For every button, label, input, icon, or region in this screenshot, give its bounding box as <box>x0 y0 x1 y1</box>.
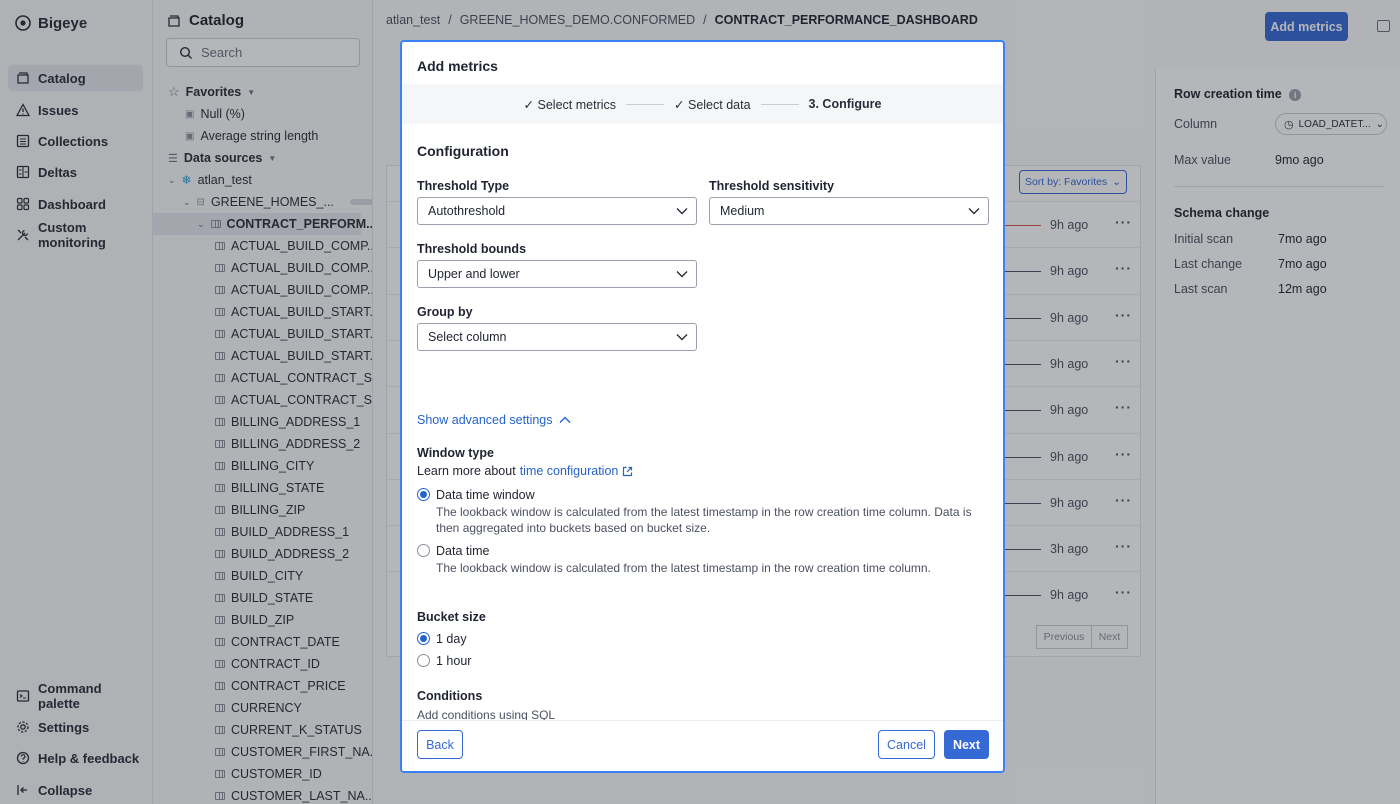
advanced-settings-label: Show advanced settings <box>417 413 553 427</box>
radio-description: The lookback window is calculated from t… <box>436 505 972 535</box>
chevron-down-icon <box>676 208 688 215</box>
threshold-bounds-select[interactable]: Upper and lower <box>417 260 697 288</box>
select-value: Autothreshold <box>428 204 506 218</box>
conditions-label: Conditions <box>417 689 483 703</box>
section-title: Configuration <box>417 143 509 159</box>
cancel-button[interactable]: Cancel <box>878 730 935 759</box>
radio-label: 1 day <box>436 632 467 646</box>
bucket-size-label: Bucket size <box>417 610 486 624</box>
window-type-label: Window type <box>417 446 494 460</box>
step-separator <box>760 103 799 105</box>
modal-body: Configuration Threshold Type Autothresho… <box>402 124 1003 720</box>
step-complete[interactable]: ✓ Select data <box>674 97 751 112</box>
back-button[interactable]: Back <box>417 730 463 759</box>
step-current: 3. Configure <box>808 97 882 111</box>
modal-footer: Back Cancel Next <box>402 720 1003 771</box>
threshold-bounds-label: Threshold bounds <box>417 242 527 256</box>
conditions-help: Add conditions using SQL <box>417 708 556 720</box>
time-configuration-link[interactable]: time configuration <box>520 464 619 478</box>
modal-title: Add metrics <box>417 58 498 74</box>
step-complete[interactable]: ✓ Select metrics <box>524 97 616 112</box>
select-value: Medium <box>720 204 765 218</box>
chevron-down-icon <box>676 271 688 278</box>
external-link-icon[interactable] <box>622 466 633 477</box>
radio-description: The lookback window is calculated from t… <box>436 561 931 575</box>
threshold-type-select[interactable]: Autothreshold <box>417 197 697 225</box>
threshold-sensitivity-select[interactable]: Medium <box>709 197 989 225</box>
step-separator <box>626 103 665 105</box>
learn-more-prefix: Learn more about <box>417 464 516 478</box>
advanced-settings-toggle[interactable]: Show advanced settings <box>417 413 571 427</box>
chevron-down-icon <box>968 208 980 215</box>
chevron-down-icon <box>676 334 688 341</box>
window-type-radio-data-time-window[interactable] <box>417 488 430 501</box>
radio-label: 1 hour <box>436 654 472 668</box>
group-by-label: Group by <box>417 305 473 319</box>
bucket-size-radio-1-day[interactable] <box>417 632 430 645</box>
window-type-radio-data-time[interactable] <box>417 544 430 557</box>
step-label: Select metrics <box>537 97 617 112</box>
check-icon: ✓ <box>674 97 685 112</box>
chevron-up-icon <box>559 416 571 423</box>
add-metrics-modal: Add metrics ✓ Select metrics ✓ Select da… <box>400 40 1005 773</box>
group-by-select[interactable]: Select column <box>417 323 697 351</box>
select-value: Select column <box>428 330 507 344</box>
learn-more-row: Learn more about time configuration <box>417 464 633 478</box>
radio-label: Data time <box>436 544 490 558</box>
step-label: Select data <box>687 97 751 112</box>
bucket-size-radio-1-hour[interactable] <box>417 654 430 667</box>
threshold-sensitivity-label: Threshold sensitivity <box>709 179 835 193</box>
stepper: ✓ Select metrics ✓ Select data 3. Config… <box>402 84 1003 124</box>
select-value: Upper and lower <box>428 267 520 281</box>
threshold-type-label: Threshold Type <box>417 179 510 193</box>
check-icon: ✓ <box>523 97 535 112</box>
radio-label: Data time window <box>436 488 535 502</box>
next-button[interactable]: Next <box>944 730 989 759</box>
